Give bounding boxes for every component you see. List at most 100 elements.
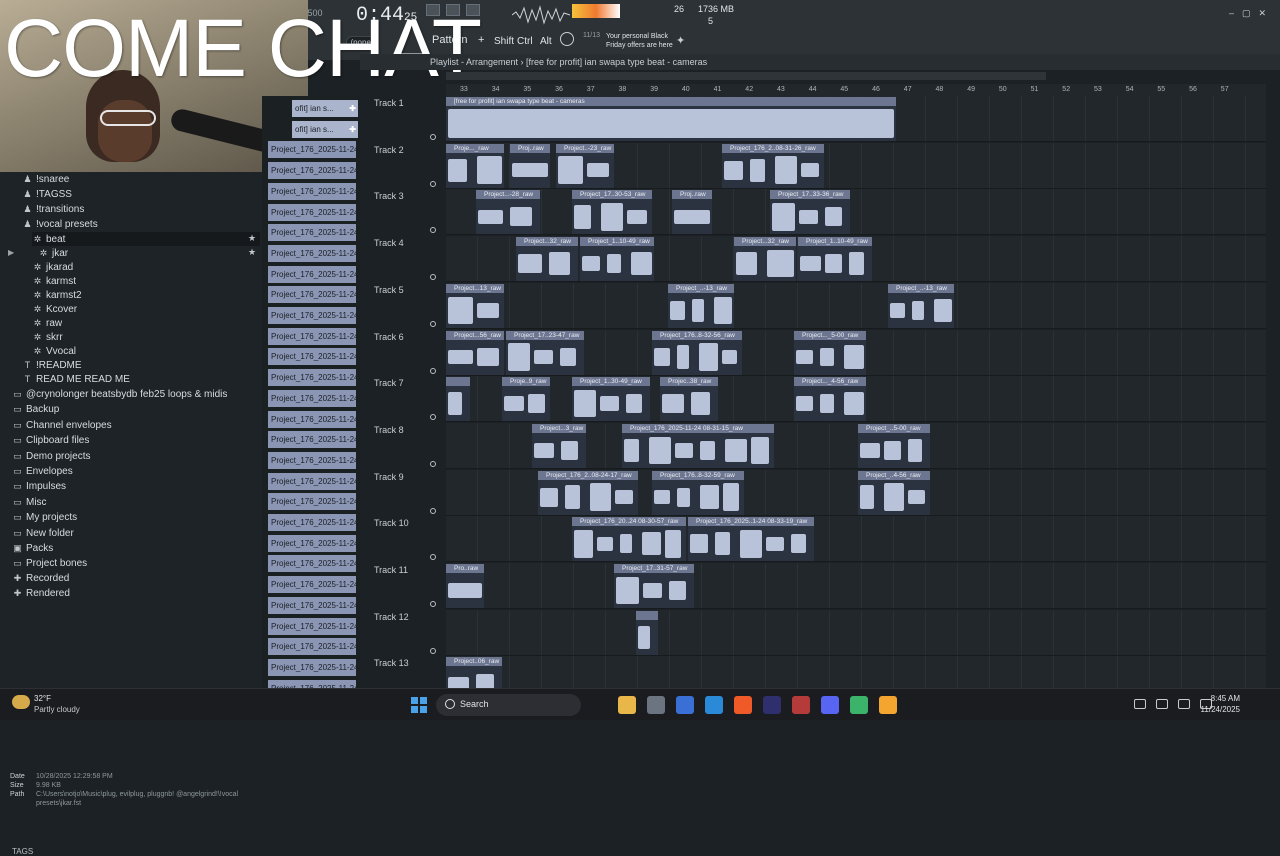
audio-clip[interactable]: Project...32_raw [734,237,796,282]
clip-source-item[interactable]: Project_176_2025-11-24... [268,534,356,552]
ctrl-key-button[interactable]: Ctrl [517,36,533,47]
audio-clip[interactable]: Project_176_2025-11-24 08-31-15_raw [622,423,774,468]
browser-item[interactable]: ▭ Impulses [12,479,66,493]
track-name[interactable]: Track 10 [374,518,409,528]
track-enable-icon[interactable] [430,414,436,421]
file-explorer-icon[interactable] [618,696,636,714]
audio-clip[interactable]: Project_176..8-32-56_raw [652,330,742,375]
brave-icon[interactable] [734,696,752,714]
browser-item[interactable]: ✲ karmst2 [32,288,82,302]
timeline-ruler[interactable]: 33 34 35 36 37 38 39 40 41 42 43 44 45 46 47 48 49 50 51 52… [446,84,1266,96]
track-lane[interactable]: Project...3_raw Project_176_2025-11-24 08… [446,422,1266,469]
audio-clip[interactable]: Project_176_20..24 08-30-57_raw [572,517,686,562]
audio-clip[interactable]: Projec..38_raw [660,377,718,422]
clip-source-item[interactable]: ofit] ian s... ✚ [292,120,358,138]
app-icon[interactable] [850,696,868,714]
news-icon[interactable] [560,32,574,46]
audio-clip[interactable]: Proj..raw [510,143,550,188]
taskbar-search[interactable]: Search [436,694,581,716]
track-lane[interactable]: Proje..9_raw Project_1..30-49_raw Projec..… [446,376,1266,423]
playlist-breadcrumb[interactable]: Playlist - Arrangement › [free for profi… [430,57,707,67]
browser-item[interactable]: ✲ karmst [32,274,76,288]
clip-source-item[interactable]: Project_176_2025-11-24... [268,472,356,490]
audio-clip[interactable]: Project_17..30-53_raw [572,190,652,235]
clip-source-item[interactable]: Project_176_2025-11-24... [268,182,356,200]
track-enable-icon[interactable] [430,227,436,234]
browser-item[interactable]: ▭ Project bones [12,556,87,570]
clip-source-item[interactable]: Project_176_2025-11-24... [268,555,356,573]
audio-clip[interactable]: Project_17..31-57_raw [614,564,694,608]
track-name[interactable]: Track 4 [374,238,404,248]
audio-clip[interactable]: Project_1..30-49_raw [572,377,650,422]
track-enable-icon[interactable] [430,134,436,140]
track-enable-icon[interactable] [430,601,436,607]
audio-clip[interactable]: Project_176_2..08-31-26_raw [722,143,824,188]
track-name[interactable]: Track 2 [374,145,404,155]
audio-clip[interactable]: Project_1..10-49_raw [580,237,654,282]
track-name[interactable]: Track 8 [374,425,404,435]
audio-clip[interactable]: Project...56_raw [446,330,504,375]
clip-source-item[interactable]: Project_176_2025-11-24... [268,451,356,469]
browser-item[interactable]: ▭ Demo projects [12,449,90,463]
track-name[interactable]: Track 9 [374,472,404,482]
alt-key-button[interactable]: Alt [540,36,552,47]
track-enable-icon[interactable] [430,647,436,654]
audio-clip[interactable]: Project...32_raw [516,237,578,282]
browser-item[interactable]: ♟ !TAGSS [22,187,71,201]
browser-item[interactable]: T !README [22,358,82,372]
track-name[interactable]: Track 3 [374,191,404,201]
shift-key-button[interactable]: Shift [494,36,514,47]
clip-source-item[interactable]: Project_176_2025-11-24... [268,493,356,511]
track-name[interactable]: Track 1 [374,98,404,108]
audio-clip[interactable]: Proje..._raw [446,143,504,188]
fl-studio-icon[interactable] [879,696,897,714]
browser-item[interactable]: ▭ Misc [12,495,46,509]
weather-temp[interactable]: 32°F [34,694,51,703]
track-enable-icon[interactable] [430,554,436,561]
audio-clip[interactable] [636,610,658,655]
audio-clip[interactable] [446,377,470,422]
add-clip-icon[interactable]: ✚ [349,121,356,138]
clip-source-item[interactable]: Project_176_2025-11-24... [268,162,356,180]
audio-clip[interactable]: Project...3_raw [532,423,586,468]
track-lane[interactable] [446,609,1266,656]
clip-source-item[interactable]: Project_176_2025-11-24... [268,203,356,221]
browser-item[interactable]: ✲ Kcover [32,302,77,316]
clip-source-item[interactable]: Project_176_2025-11-24... [268,410,356,428]
chevron-up-icon[interactable] [1134,699,1146,709]
audio-clip[interactable]: Project_176..8-32-59_raw [652,470,744,515]
browser-item[interactable]: ▭ Clipboard files [12,433,89,447]
vscode-icon[interactable] [676,696,694,714]
playlist-scrollbar[interactable] [446,72,1046,80]
browser-item[interactable]: ▭ Channel envelopes [12,418,111,432]
track-enable-icon[interactable] [430,507,436,514]
clip-source-item[interactable]: Project_176_2025-11-24... [268,596,356,614]
track-lane[interactable]: Proje..._raw Proj..raw Project..-23_raw Pro… [446,142,1266,189]
track-name[interactable]: Track 13 [374,658,409,668]
add-clip-icon[interactable]: ✚ [349,100,356,117]
audio-clip[interactable]: Project_..4-56_raw [858,470,930,515]
track-lane[interactable]: [free for profit] ian swapa type beat - … [446,96,1266,142]
browser-item[interactable]: ▭ Envelopes [12,464,72,478]
audio-clip[interactable]: [free for profit] ian swapa type beat - … [446,97,896,141]
track-name[interactable]: Track 6 [374,332,404,342]
clip-source-item[interactable]: Project_176_2025-11-24... [268,638,356,656]
audio-clip[interactable]: Proj..raw [672,190,712,235]
discord-icon[interactable] [821,696,839,714]
clock-date[interactable]: 11/24/2025 [1201,705,1240,714]
audio-clip[interactable]: Project_176_2025..1-24 08-33-19_raw [688,517,814,562]
track-enable-icon[interactable] [430,367,436,374]
browser-item[interactable]: ▣ Packs [12,541,53,555]
clip-source-item[interactable]: Project_176_2025-11-24... [268,617,356,635]
clip-source-item[interactable]: Project_176_2025-11-24... [268,576,356,594]
track-enable-icon[interactable] [430,320,436,327]
browser-item[interactable]: ✚ Recorded [12,571,70,585]
track-enable-icon[interactable] [430,274,436,281]
browser-item[interactable]: T READ ME READ ME [22,372,130,386]
track-lane[interactable]: Project...32_raw Project_1..10-49_raw Proj… [446,236,1266,283]
audio-clip[interactable]: Project_1..10-49_raw [798,237,872,282]
clip-source-item[interactable]: ofit] ian s... ✚ [292,100,358,117]
audio-clip[interactable]: Pro..raw [446,564,484,608]
weather-icon[interactable] [12,695,30,709]
clock-time[interactable]: 8:45 AM [1211,694,1240,703]
